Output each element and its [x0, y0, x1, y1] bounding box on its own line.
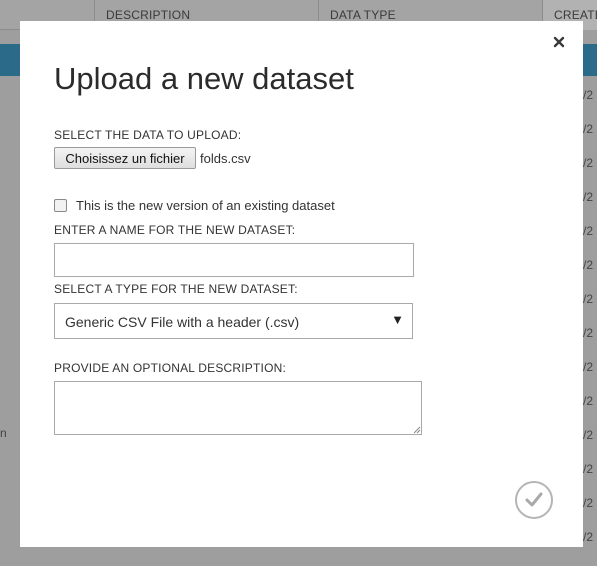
background-row-date-fragment: /2: [583, 530, 594, 544]
upload-dataset-dialog: Upload a new dataset SELECT THE DATA TO …: [20, 21, 583, 547]
background-row-date-fragment: /2: [583, 496, 594, 510]
dataset-type-label: SELECT A TYPE FOR THE NEW DATASET:: [54, 282, 298, 296]
description-label: PROVIDE AN OPTIONAL DESCRIPTION:: [54, 361, 286, 375]
dataset-name-input[interactable]: [54, 243, 414, 277]
column-header-created: CREATE: [554, 8, 597, 22]
close-icon: [553, 36, 565, 48]
resize-grip-icon[interactable]: [413, 426, 421, 434]
checkmark-icon: [525, 492, 543, 507]
background-row-date-fragment: /2: [583, 156, 594, 170]
background-row-date-fragment: /2: [583, 394, 594, 408]
background-row-date-fragment: /2: [583, 258, 594, 272]
selected-file-name: folds.csv: [200, 151, 251, 166]
background-row-date-fragment: /2: [583, 360, 594, 374]
dataset-type-select[interactable]: Generic CSV File with a header (.csv) ▼: [54, 303, 413, 339]
dataset-name-label: ENTER A NAME FOR THE NEW DATASET:: [54, 223, 296, 237]
ok-button[interactable]: [515, 481, 553, 519]
column-header-data-type: DATA TYPE: [330, 8, 396, 22]
background-row-date-fragment: /2: [583, 428, 594, 442]
background-row-date-fragment: /2: [583, 292, 594, 306]
background-row-date-fragment: /2: [583, 224, 594, 238]
background-row-date-fragment: /2: [583, 88, 594, 102]
background-row-date-fragment: /2: [583, 326, 594, 340]
dropdown-arrow-icon: ▼: [391, 312, 404, 327]
select-data-label: SELECT THE DATA TO UPLOAD:: [54, 128, 242, 142]
new-version-checkbox-label[interactable]: This is the new version of an existing d…: [76, 198, 335, 213]
description-textarea[interactable]: [54, 381, 422, 435]
background-row-date-fragment: /2: [583, 462, 594, 476]
new-version-checkbox[interactable]: [54, 199, 67, 212]
close-button[interactable]: [551, 35, 567, 51]
choose-file-button[interactable]: Choisissez un fichier: [54, 147, 196, 169]
background-row-date-fragment: /2: [583, 190, 594, 204]
background-row-name-fragment: n: [0, 426, 7, 440]
column-header-description: DESCRIPTION: [106, 8, 191, 22]
background-row-date-fragment: /2: [583, 122, 594, 136]
dataset-type-selected-value: Generic CSV File with a header (.csv): [65, 314, 300, 330]
dialog-title: Upload a new dataset: [54, 61, 354, 96]
